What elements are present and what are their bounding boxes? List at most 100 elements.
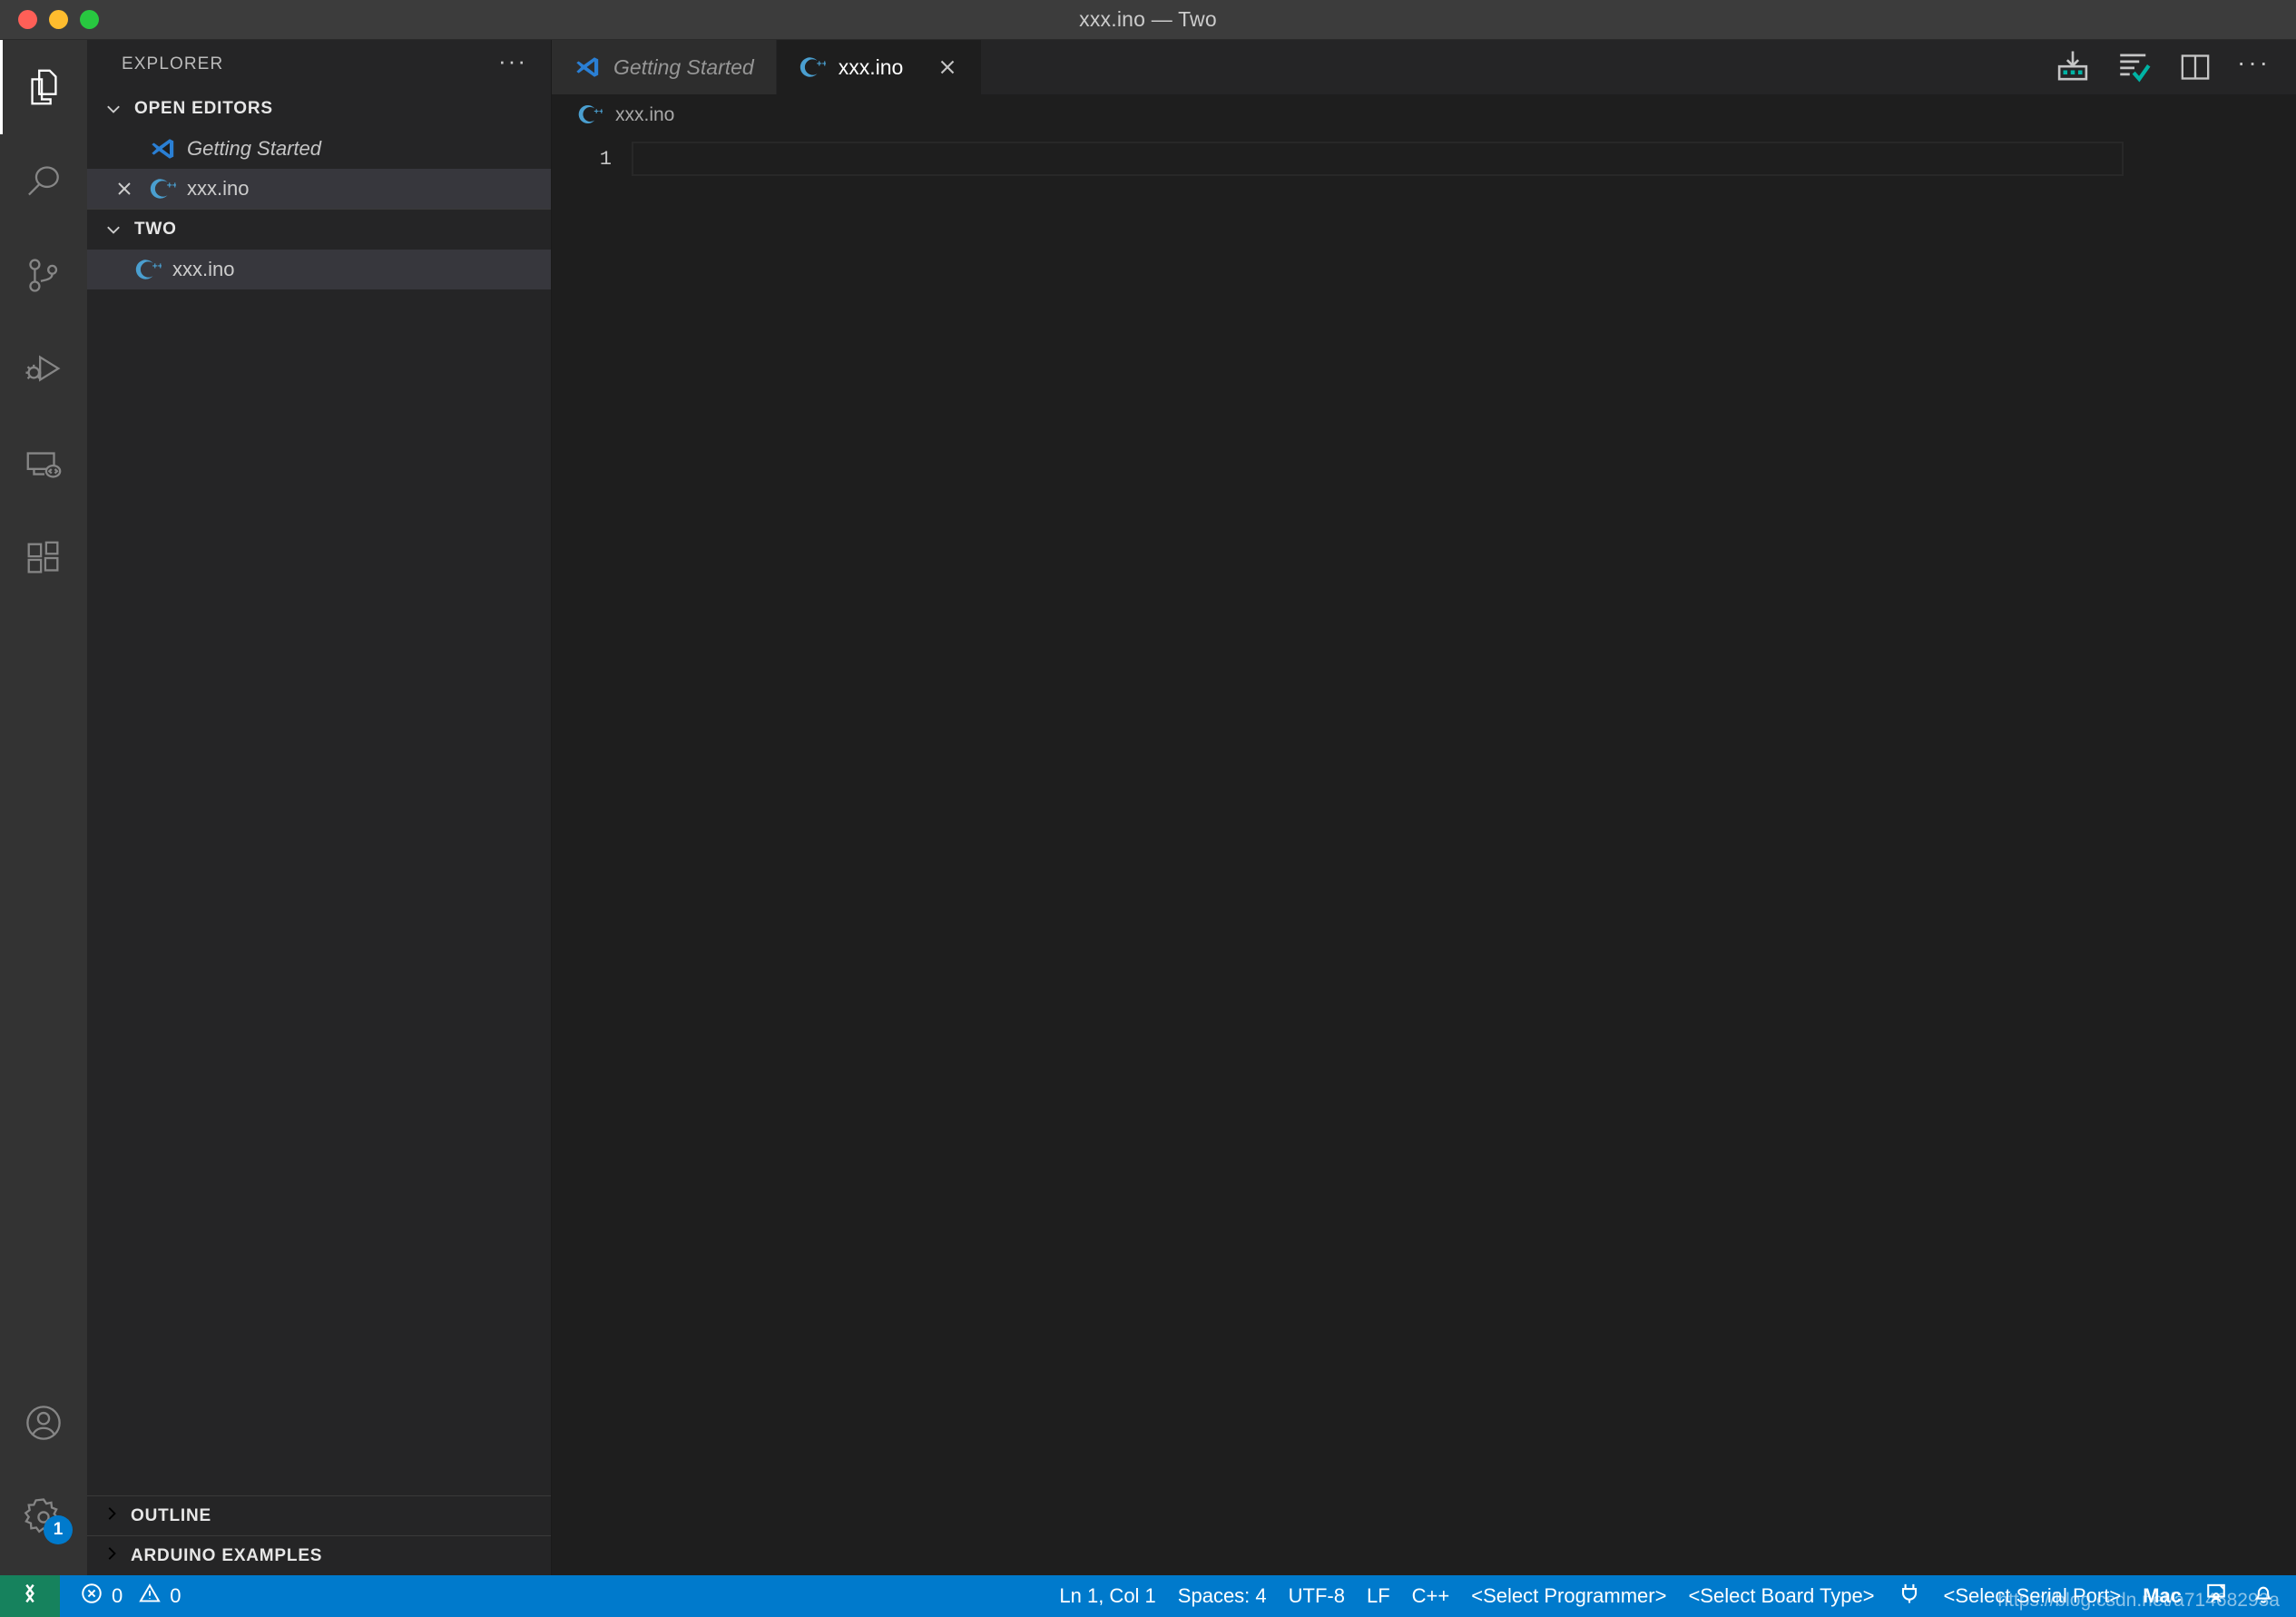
breadcrumb[interactable]: ++ xxx.ino: [552, 94, 2296, 136]
tab-bar-filler: [982, 40, 2029, 94]
editor-tab-bar: Getting Started ++ xxx.ino: [552, 40, 2296, 94]
status-bar-notifications[interactable]: [2240, 1575, 2287, 1617]
status-bar-cursor-position[interactable]: Ln 1, Col 1: [1048, 1575, 1166, 1617]
section-header-arduino-examples[interactable]: ARDUINO EXAMPLES: [87, 1535, 551, 1575]
traffic-lights: [0, 10, 99, 29]
sidebar-item-remote-explorer[interactable]: [0, 417, 87, 512]
editor-group: Getting Started ++ xxx.ino: [552, 40, 2296, 1575]
remote-icon: [16, 1580, 44, 1612]
chevron-down-icon: [102, 220, 125, 240]
activity-bar-top: [0, 40, 87, 606]
status-bar-encoding[interactable]: UTF-8: [1278, 1575, 1356, 1617]
split-editor-icon[interactable]: [2177, 49, 2213, 85]
tab-label: Getting Started: [613, 54, 754, 79]
title-bar: xxx.ino — Two: [0, 0, 2296, 40]
window-title: xxx.ino — Two: [1079, 7, 1217, 31]
chevron-down-icon: [102, 99, 125, 119]
arduino-upload-icon[interactable]: [2054, 48, 2092, 86]
plug-icon: [1897, 1581, 1922, 1612]
maximize-window-button[interactable]: [80, 10, 99, 29]
sidebar-item-run-and-debug[interactable]: [0, 323, 87, 417]
close-window-button[interactable]: [18, 10, 37, 29]
section-label-open-editors: OPEN EDITORS: [134, 99, 273, 118]
source-control-icon: [23, 255, 64, 297]
manage-settings-button[interactable]: 1: [0, 1470, 87, 1564]
account-icon: [23, 1402, 64, 1444]
remote-indicator-button[interactable]: [0, 1575, 60, 1617]
cpp-file-icon: ++: [577, 102, 604, 129]
open-editor-label: Getting Started: [187, 137, 321, 160]
section-label-folder-two: TWO: [134, 220, 177, 239]
tab-xxx-ino[interactable]: ++ xxx.ino: [776, 40, 983, 94]
svg-text:++: ++: [816, 60, 825, 70]
section-header-open-editors[interactable]: OPEN EDITORS: [87, 89, 551, 129]
remote-explorer-icon: [23, 444, 64, 485]
open-editor-item-getting-started[interactable]: Getting Started: [87, 129, 551, 169]
svg-text:++: ++: [167, 181, 176, 191]
status-bar: 0 0 Ln 1, Col 1 Spaces: 4 UTF-8 LF C++ <…: [0, 1575, 2296, 1617]
status-bar-select-serial-port[interactable]: <Select Serial Port>: [1933, 1575, 2133, 1617]
current-line-highlight: [632, 142, 2124, 176]
status-bar-eol[interactable]: LF: [1356, 1575, 1401, 1617]
accounts-button[interactable]: [0, 1376, 87, 1470]
svg-text:++: ++: [152, 262, 162, 272]
sidebar-title: EXPLORER: [122, 54, 224, 74]
sidebar-header: EXPLORER ···: [87, 40, 551, 89]
editor-more-actions-button[interactable]: ···: [2237, 48, 2271, 86]
status-bar-language-mode[interactable]: C++: [1401, 1575, 1461, 1617]
sidebar-item-search[interactable]: [0, 134, 87, 229]
vscode-logo-icon: [149, 135, 176, 162]
text-editor[interactable]: 1: [552, 136, 2296, 1575]
tab-getting-started[interactable]: Getting Started: [552, 40, 777, 94]
arduino-verify-icon[interactable]: [2115, 48, 2154, 86]
sidebar-item-source-control[interactable]: [0, 229, 87, 323]
editor-actions: ···: [2028, 40, 2296, 94]
file-tree-item-xxx-ino[interactable]: ++ xxx.ino: [87, 250, 551, 289]
status-bar-select-programmer[interactable]: <Select Programmer>: [1460, 1575, 1677, 1617]
close-icon[interactable]: [111, 178, 138, 200]
svg-text:++: ++: [594, 107, 603, 117]
sidebar-item-explorer[interactable]: [0, 40, 87, 134]
chevron-right-icon: [102, 1544, 122, 1568]
section-header-folder-two[interactable]: TWO: [87, 210, 551, 250]
broadcast-icon: [2203, 1581, 2229, 1612]
minimize-window-button[interactable]: [49, 10, 68, 29]
status-bar-broadcast[interactable]: [2193, 1575, 2240, 1617]
open-editor-label: xxx.ino: [187, 177, 250, 200]
error-count: 0: [112, 1584, 123, 1607]
explorer-sidebar: EXPLORER ··· OPEN EDITORS Getting Starte…: [87, 40, 552, 1575]
status-bar-select-board-type[interactable]: <Select Board Type>: [1677, 1575, 1885, 1617]
line-number-gutter: 1: [552, 136, 632, 1575]
cpp-file-icon: ++: [799, 54, 827, 81]
status-bar-right: Ln 1, Col 1 Spaces: 4 UTF-8 LF C++ <Sele…: [1048, 1575, 2296, 1617]
chevron-right-icon: [102, 1504, 122, 1528]
sidebar-bottom-panels: OUTLINE ARDUINO EXAMPLES: [87, 1495, 551, 1575]
status-bar-problems[interactable]: 0 0: [69, 1575, 192, 1617]
explorer-more-actions-button[interactable]: ···: [498, 49, 527, 73]
bell-icon: [2251, 1581, 2276, 1612]
status-bar-left: 0 0: [60, 1575, 192, 1617]
warning-count: 0: [170, 1584, 182, 1607]
extensions-icon: [23, 538, 64, 580]
files-icon: [23, 66, 64, 108]
close-icon[interactable]: [936, 55, 959, 79]
line-number: 1: [599, 147, 612, 171]
section-label-arduino-examples: ARDUINO EXAMPLES: [131, 1545, 323, 1565]
window-body: 1 EXPLORER ··· OPEN EDITORS Getting Star…: [0, 40, 2296, 1575]
settings-badge-count: 1: [44, 1515, 73, 1544]
code-content[interactable]: [632, 136, 2296, 1575]
section-header-outline[interactable]: OUTLINE: [87, 1495, 551, 1535]
search-icon: [23, 161, 64, 202]
activity-bar: 1: [0, 40, 87, 1575]
sidebar-item-extensions[interactable]: [0, 512, 87, 606]
status-bar-serial-target[interactable]: Mac: [2132, 1575, 2193, 1617]
vscode-logo-icon: [574, 54, 601, 81]
run-debug-icon: [23, 349, 64, 391]
status-bar-serial-plug[interactable]: [1886, 1575, 1933, 1617]
warning-triangle-icon: [138, 1582, 162, 1611]
file-tree-label: xxx.ino: [172, 258, 235, 280]
status-bar-indentation[interactable]: Spaces: 4: [1167, 1575, 1278, 1617]
activity-bar-bottom: 1: [0, 1376, 87, 1575]
tab-label: xxx.ino: [838, 54, 904, 79]
open-editor-item-xxx-ino[interactable]: ++ xxx.ino: [87, 169, 551, 209]
